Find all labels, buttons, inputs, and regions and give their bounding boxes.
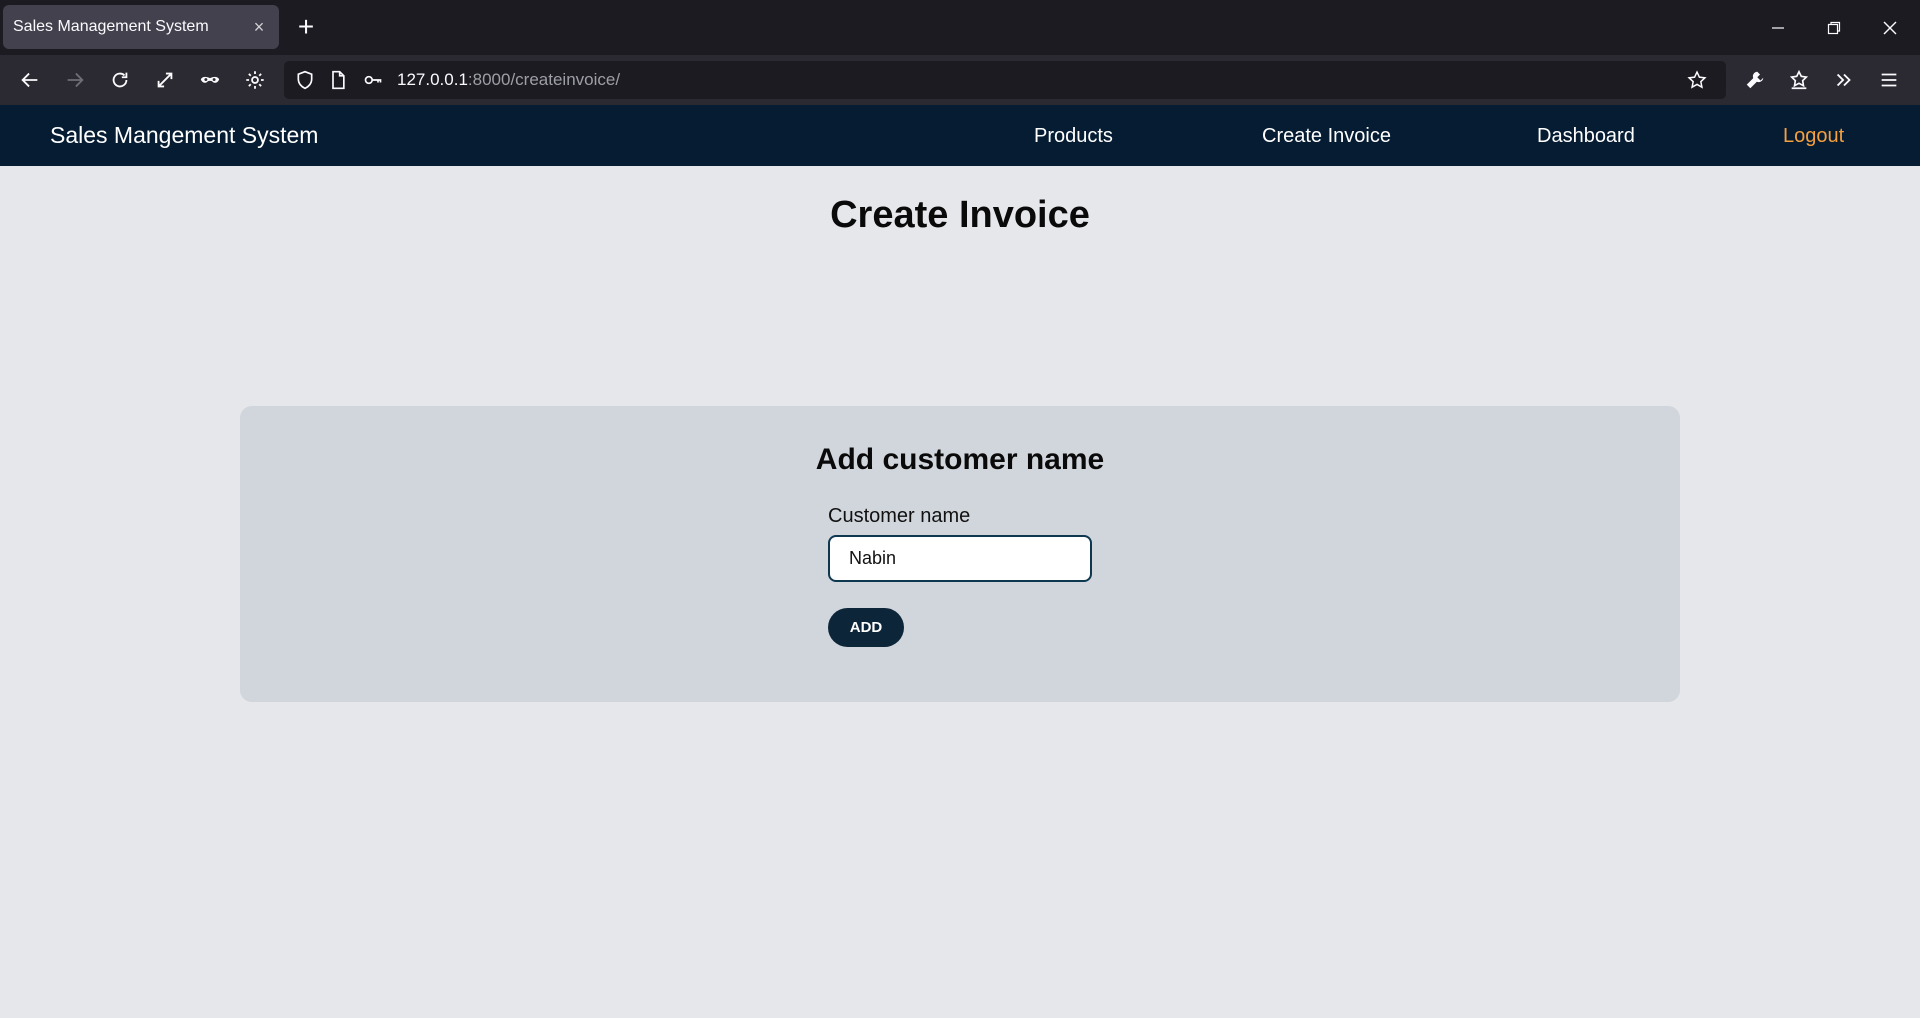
customer-form-card: Add customer name Customer name ADD — [240, 406, 1680, 702]
extensions-icon[interactable] — [1782, 63, 1816, 97]
fullscreen-icon[interactable] — [148, 63, 182, 97]
new-tab-button[interactable]: + — [292, 10, 320, 44]
menu-hamburger-icon[interactable] — [1872, 63, 1906, 97]
private-mask-icon[interactable] — [193, 63, 227, 97]
bookmark-star-icon[interactable] — [1686, 69, 1708, 91]
url-text[interactable]: 127.0.0.1:8000/createinvoice/ — [397, 70, 620, 90]
nav-link-products[interactable]: Products — [1034, 125, 1113, 148]
browser-tab[interactable]: Sales Management System × — [3, 5, 279, 49]
reload-icon[interactable] — [103, 63, 137, 97]
restore-icon[interactable] — [1806, 0, 1862, 55]
overflow-chevrons-icon[interactable] — [1827, 63, 1861, 97]
settings-gear-icon[interactable] — [238, 63, 272, 97]
browser-tab-bar: Sales Management System × + — [0, 0, 1920, 55]
nav-link-logout[interactable]: Logout — [1783, 125, 1844, 148]
nav-link-dashboard[interactable]: Dashboard — [1537, 125, 1635, 148]
site-brand[interactable]: Sales Mangement System — [50, 122, 318, 149]
minimize-icon[interactable] — [1750, 0, 1806, 55]
customer-name-input[interactable] — [828, 535, 1092, 582]
browser-toolbar: 127.0.0.1:8000/createinvoice/ — [0, 55, 1920, 105]
add-button[interactable]: ADD — [828, 608, 904, 647]
nav-link-create-invoice[interactable]: Create Invoice — [1262, 125, 1391, 148]
wrench-icon[interactable] — [1738, 63, 1772, 97]
customer-name-label: Customer name — [828, 505, 971, 527]
back-arrow-icon[interactable] — [13, 63, 47, 97]
address-bar[interactable]: 127.0.0.1:8000/createinvoice/ — [284, 61, 1726, 99]
site-navbar: Sales Mangement System Products Create I… — [0, 105, 1920, 166]
shield-icon[interactable] — [294, 69, 316, 91]
url-path: :8000/createinvoice/ — [467, 70, 621, 89]
page-info-icon[interactable] — [327, 69, 349, 91]
key-icon[interactable] — [362, 69, 384, 91]
url-host: 127.0.0.1 — [397, 70, 468, 89]
forward-arrow-icon[interactable] — [58, 63, 92, 97]
form-heading: Add customer name — [815, 443, 1105, 476]
page-title: Create Invoice — [830, 194, 1090, 236]
tab-title: Sales Management System — [13, 18, 209, 35]
tab-close-icon[interactable]: × — [249, 17, 269, 38]
close-window-icon[interactable] — [1862, 0, 1918, 55]
